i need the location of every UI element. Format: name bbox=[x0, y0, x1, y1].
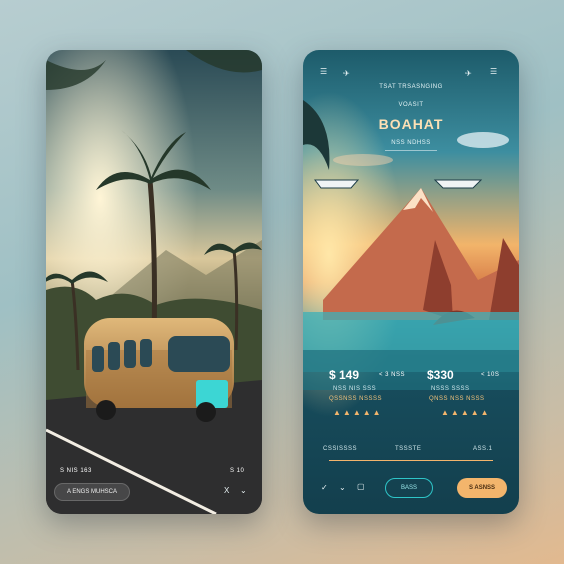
menu-icon[interactable]: ☰ bbox=[490, 68, 497, 76]
outline-button[interactable]: BASS bbox=[385, 478, 433, 498]
small-label: VOASIT bbox=[398, 102, 424, 108]
subtitle: TSAT TRSASNGING bbox=[379, 84, 443, 90]
rating-stars-right: ▲▲▲▲▲ bbox=[441, 408, 491, 417]
close-icon[interactable]: X bbox=[224, 487, 229, 495]
price-left-unit: < 3 NSS bbox=[379, 372, 406, 378]
primary-button-label: S ASNSS bbox=[468, 485, 496, 491]
menu-icon[interactable]: ☰ bbox=[320, 68, 327, 76]
chevron-down-icon[interactable]: ⌄ bbox=[339, 484, 346, 492]
rating-stars-left: ▲▲▲▲▲ bbox=[333, 408, 383, 417]
info-button[interactable]: A ENGS MUHSCA bbox=[54, 483, 130, 501]
phone-card-right: ☰ ✈ ✈ ☰ TSAT TRSASNGING VOASIT BOAHAT NS… bbox=[303, 50, 519, 514]
info-button-label: A ENGS MUHSCA bbox=[66, 489, 117, 495]
outline-button-label: BASS bbox=[400, 485, 417, 491]
square-icon[interactable]: ▢ bbox=[357, 483, 365, 491]
route-mid: TSSSTE bbox=[395, 446, 422, 452]
meta-right: QNSS NSS NSSS bbox=[429, 396, 485, 402]
primary-button[interactable]: S ASNSS bbox=[457, 478, 507, 498]
plane-icon: ✈ bbox=[343, 69, 350, 78]
checkmark-icon[interactable]: ✓ bbox=[321, 484, 328, 492]
tropical-bus-illustration bbox=[46, 50, 262, 514]
page-title: BOAHAT bbox=[378, 116, 444, 132]
chevron-down-icon[interactable]: ⌄ bbox=[240, 487, 247, 495]
tagline: NSS NDHSS bbox=[391, 140, 431, 146]
price-left: $ 149 bbox=[329, 368, 360, 382]
route-right: ASS.1 bbox=[473, 446, 493, 452]
price-right: $330 bbox=[427, 368, 454, 382]
detail-right: NSSS SSSS bbox=[431, 386, 470, 392]
divider bbox=[385, 150, 437, 151]
plane-icon: ✈ bbox=[465, 69, 472, 78]
price-right-unit: < 10S bbox=[481, 372, 500, 378]
detail-left: NSS NIS SSS bbox=[333, 386, 377, 392]
info-text: S NIS 163 bbox=[60, 468, 92, 474]
phone-card-left: S NIS 163 S 10 A ENGS MUHSCA X ⌄ bbox=[46, 50, 262, 514]
route-line bbox=[329, 460, 493, 461]
meta-left: QSSNSS NSSSS bbox=[329, 396, 383, 402]
corner-text: S 10 bbox=[230, 468, 245, 474]
route-left: CSSISSSS bbox=[323, 446, 358, 452]
